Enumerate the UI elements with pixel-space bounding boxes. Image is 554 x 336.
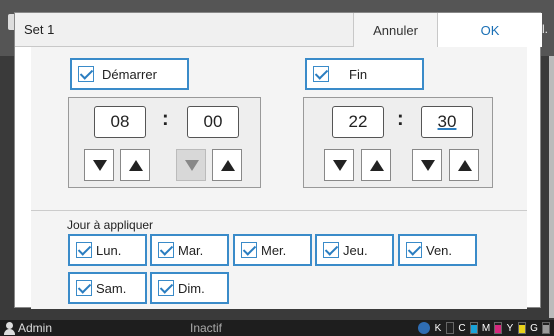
checkmark-icon [78, 66, 94, 82]
ok-button[interactable]: OK [437, 13, 542, 47]
start-hour-down-button[interactable] [84, 149, 114, 181]
start-hour-field[interactable]: 08 [94, 106, 146, 138]
start-time-panel: 08 : 00 [68, 97, 261, 188]
arrow-up-icon [129, 160, 143, 171]
end-checkbox[interactable]: Fin [305, 58, 424, 90]
arrow-up-icon [221, 160, 235, 171]
end-hour-field[interactable]: 22 [332, 106, 384, 138]
section-divider [31, 210, 527, 211]
arrow-down-icon [421, 160, 435, 171]
checkmark-icon [241, 242, 257, 258]
day-checkbox-mar[interactable]: Mar. [150, 234, 229, 266]
end-checkbox-label: Fin [349, 66, 368, 82]
day-checkbox-ven[interactable]: Ven. [398, 234, 477, 266]
end-time-separator: : [397, 108, 404, 130]
ink-bar-g [542, 322, 550, 334]
day-label: Sam. [96, 280, 127, 296]
ink-bar-y [518, 322, 526, 334]
checkmark-icon [158, 280, 174, 296]
dialog-header: Set 1 Annuler OK [15, 13, 542, 47]
ink-label-k: K [434, 322, 442, 334]
status-bar: Admin Inactif K C M Y G [0, 320, 554, 336]
checkmark-icon [313, 66, 329, 82]
day-checkbox-lun[interactable]: Lun. [68, 234, 147, 266]
start-time-separator: : [162, 108, 169, 130]
end-hour-up-button[interactable] [361, 149, 391, 181]
arrow-down-icon [93, 160, 107, 171]
ink-label-m: M [481, 322, 491, 334]
status-user[interactable]: Admin [4, 321, 52, 335]
day-label: Lun. [96, 242, 122, 258]
ink-label-c: C [458, 322, 466, 334]
day-label: Mer. [261, 242, 287, 258]
checkmark-icon [76, 242, 92, 258]
start-minute-down-button[interactable] [176, 149, 206, 181]
ink-levels: KCMYG [418, 322, 550, 334]
day-label: Jeu. [343, 242, 368, 258]
dialog-content: Démarrer Fin 08 : 00 22 : 30 Jour à appl… [31, 47, 527, 309]
dialog-title: Set 1 [24, 22, 55, 37]
day-label: Dim. [178, 280, 205, 296]
end-minute-up-button[interactable] [449, 149, 479, 181]
user-name: Admin [18, 321, 53, 335]
ink-drop-icon [418, 322, 430, 334]
arrow-down-icon [333, 160, 347, 171]
day-label: Ven. [426, 242, 453, 258]
end-minute-field[interactable]: 30 [421, 106, 473, 138]
start-minute-field[interactable]: 00 [187, 106, 239, 138]
ink-bar-k [446, 322, 454, 334]
schedule-dialog: Set 1 Annuler OK Démarrer Fin 08 : 00 22… [14, 12, 542, 309]
start-checkbox[interactable]: Démarrer [70, 58, 189, 90]
checkmark-icon [323, 242, 339, 258]
day-label: Mar. [178, 242, 204, 258]
checkmark-icon [76, 280, 92, 296]
end-minute-down-button[interactable] [412, 149, 442, 181]
start-hour-up-button[interactable] [120, 149, 150, 181]
arrow-up-icon [458, 160, 472, 171]
ink-bar-c [470, 322, 478, 334]
day-checkbox-sam[interactable]: Sam. [68, 272, 147, 304]
start-checkbox-label: Démarrer [102, 66, 157, 82]
checkmark-icon [158, 242, 174, 258]
day-checkbox-dim[interactable]: Dim. [150, 272, 229, 304]
start-minute-up-button[interactable] [212, 149, 242, 181]
days-label: Jour à appliquer [67, 218, 154, 232]
scrollbar[interactable] [549, 56, 554, 318]
cancel-button[interactable]: Annuler [353, 13, 437, 47]
ink-label-g: G [530, 322, 538, 334]
user-icon [4, 321, 15, 335]
day-checkbox-mer[interactable]: Mer. [233, 234, 312, 266]
end-hour-down-button[interactable] [324, 149, 354, 181]
ink-bar-m [494, 322, 502, 334]
end-time-panel: 22 : 30 [303, 97, 493, 188]
status-state: Inactif [190, 321, 223, 335]
checkmark-icon [406, 242, 422, 258]
arrow-down-icon [185, 160, 199, 171]
arrow-up-icon [370, 160, 384, 171]
day-checkbox-jeu[interactable]: Jeu. [315, 234, 394, 266]
ink-label-y: Y [506, 322, 514, 334]
